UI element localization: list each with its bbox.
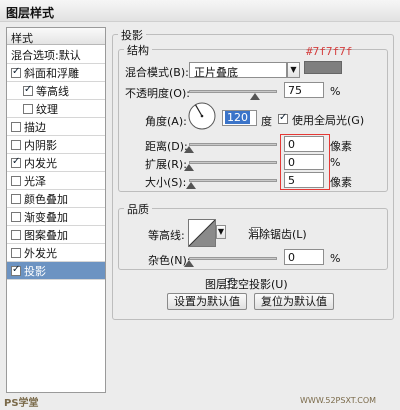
noise-unit: % bbox=[330, 252, 341, 265]
style-list: 样式 混合选项:默认斜面和浮雕等高线纹理描边内阴影内发光光泽颜色叠加渐变叠加图案… bbox=[6, 27, 106, 393]
blend-mode-label: 混合模式(B): bbox=[125, 66, 189, 79]
distance-input[interactable]: 0 bbox=[284, 136, 324, 152]
sidebar-item-checkbox[interactable] bbox=[11, 193, 21, 204]
contour-label: 等高线: bbox=[148, 229, 185, 242]
style-list-header[interactable]: 样式 bbox=[7, 28, 105, 45]
opacity-unit: % bbox=[330, 85, 341, 98]
set-default-button[interactable]: 设置为默认值 bbox=[167, 293, 247, 310]
sidebar-item-checkbox[interactable] bbox=[11, 139, 21, 150]
distance-slider-thumb[interactable] bbox=[184, 146, 194, 153]
size-input[interactable]: 5 bbox=[284, 172, 324, 188]
blend-mode-value: 正片叠底 bbox=[194, 66, 238, 79]
sidebar-item[interactable]: 颜色叠加 bbox=[7, 190, 105, 208]
sidebar-item-label: 内发光 bbox=[24, 156, 57, 170]
sidebar-item-checkbox[interactable] bbox=[11, 156, 21, 168]
sidebar-item-label: 渐变叠加 bbox=[24, 210, 68, 224]
watermark-left: PS学堂 bbox=[4, 398, 39, 409]
sidebar-item-checkbox[interactable] bbox=[11, 264, 21, 276]
quality-title: 品质 bbox=[124, 201, 152, 217]
angle-label: 角度(A): bbox=[145, 115, 187, 128]
spread-value: 0 bbox=[288, 156, 295, 169]
noise-input[interactable]: 0 bbox=[284, 249, 324, 265]
sidebar-item-label: 颜色叠加 bbox=[24, 192, 68, 206]
global-light-label: 使用全局光(G) bbox=[292, 114, 365, 127]
sidebar-item-checkbox[interactable] bbox=[11, 66, 21, 78]
noise-slider-track[interactable] bbox=[189, 257, 277, 260]
sidebar-item[interactable]: 混合选项:默认 bbox=[7, 46, 105, 64]
sidebar-item-checkbox[interactable] bbox=[11, 175, 21, 186]
sidebar-item-checkbox[interactable] bbox=[23, 103, 33, 114]
sidebar-item-checkbox[interactable] bbox=[23, 84, 33, 96]
sidebar-item[interactable]: 内阴影 bbox=[7, 136, 105, 154]
structure-title: 结构 bbox=[124, 42, 152, 58]
size-unit: 像素 bbox=[330, 176, 352, 189]
global-light-checkbox[interactable] bbox=[278, 112, 288, 124]
opacity-value: 75 bbox=[288, 84, 302, 97]
sidebar-item-checkbox[interactable] bbox=[11, 121, 21, 132]
sidebar-item-label: 外发光 bbox=[24, 246, 57, 260]
sidebar-item[interactable]: 内发光 bbox=[7, 154, 105, 172]
opacity-slider-track[interactable] bbox=[189, 90, 277, 93]
spread-unit: % bbox=[330, 156, 341, 169]
spread-slider-track[interactable] bbox=[189, 161, 277, 164]
sidebar-item-label: 内阴影 bbox=[24, 138, 57, 152]
chevron-down-icon[interactable]: ▼ bbox=[287, 62, 300, 78]
contour-curve-icon bbox=[188, 219, 216, 247]
sidebar-item[interactable]: 描边 bbox=[7, 118, 105, 136]
distance-label: 距离(D): bbox=[145, 140, 188, 153]
opacity-slider-thumb[interactable] bbox=[250, 93, 260, 100]
sidebar-item-label: 图案叠加 bbox=[24, 228, 68, 242]
knockout-label: 图层挖空投影(U) bbox=[205, 278, 288, 291]
opacity-input[interactable]: 75 bbox=[284, 82, 324, 98]
contour-chevron-down-icon[interactable]: ▼ bbox=[216, 225, 226, 239]
title-bar: 图层样式 bbox=[0, 0, 400, 22]
sidebar-item-label: 斜面和浮雕 bbox=[24, 66, 79, 80]
sidebar-item[interactable]: 纹理 bbox=[7, 100, 105, 118]
sidebar-item[interactable]: 渐变叠加 bbox=[7, 208, 105, 226]
anti-alias-label: 消除锯齿(L) bbox=[248, 228, 307, 241]
sidebar-item[interactable]: 等高线 bbox=[7, 82, 105, 100]
color-annotation: #7f7f7f bbox=[306, 45, 353, 58]
sidebar-item[interactable]: 斜面和浮雕 bbox=[7, 64, 105, 82]
sidebar-item-label: 混合选项:默认 bbox=[11, 48, 81, 62]
spread-input[interactable]: 0 bbox=[284, 154, 324, 170]
sidebar-item-label: 等高线 bbox=[36, 84, 69, 98]
sidebar-item-label: 描边 bbox=[24, 120, 46, 134]
sidebar-item-label: 光泽 bbox=[24, 174, 46, 188]
window-title: 图层样式 bbox=[6, 6, 55, 20]
opacity-label: 不透明度(O): bbox=[125, 87, 190, 100]
size-slider-thumb[interactable] bbox=[185, 182, 196, 189]
angle-value: 120 bbox=[225, 111, 250, 124]
reset-default-button[interactable]: 复位为默认值 bbox=[254, 293, 334, 310]
size-slider-track[interactable] bbox=[189, 179, 277, 182]
distance-unit: 像素 bbox=[330, 140, 352, 153]
sidebar-item[interactable]: 投影 bbox=[7, 262, 105, 280]
size-value: 5 bbox=[288, 174, 295, 187]
angle-input[interactable]: 120 bbox=[222, 110, 257, 126]
sidebar-item[interactable]: 光泽 bbox=[7, 172, 105, 190]
drop-shadow-title: 投影 bbox=[118, 27, 146, 43]
sidebar-item-label: 投影 bbox=[24, 264, 46, 278]
shadow-color-swatch[interactable] bbox=[304, 61, 342, 74]
watermark-right: WWW.52PSXT.COM bbox=[300, 396, 377, 405]
sidebar-item-checkbox[interactable] bbox=[11, 211, 21, 222]
angle-dial-icon bbox=[188, 102, 216, 130]
distance-slider-track[interactable] bbox=[189, 143, 277, 146]
sidebar-item-checkbox[interactable] bbox=[11, 247, 21, 258]
sidebar-item[interactable]: 外发光 bbox=[7, 244, 105, 262]
spread-label: 扩展(R): bbox=[145, 158, 187, 171]
contour-picker[interactable] bbox=[188, 219, 216, 247]
sidebar-item[interactable]: 图案叠加 bbox=[7, 226, 105, 244]
sidebar-item-label: 纹理 bbox=[36, 102, 58, 116]
angle-dial[interactable] bbox=[187, 101, 217, 131]
size-label: 大小(S): bbox=[145, 176, 187, 189]
spread-slider-thumb[interactable] bbox=[184, 164, 194, 171]
sidebar-item-checkbox[interactable] bbox=[11, 229, 21, 240]
blend-mode-select[interactable]: 正片叠底 bbox=[189, 62, 287, 79]
distance-value: 0 bbox=[288, 138, 295, 151]
noise-slider-thumb[interactable] bbox=[184, 260, 194, 267]
noise-value: 0 bbox=[288, 251, 295, 264]
angle-unit: 度 bbox=[261, 115, 272, 128]
